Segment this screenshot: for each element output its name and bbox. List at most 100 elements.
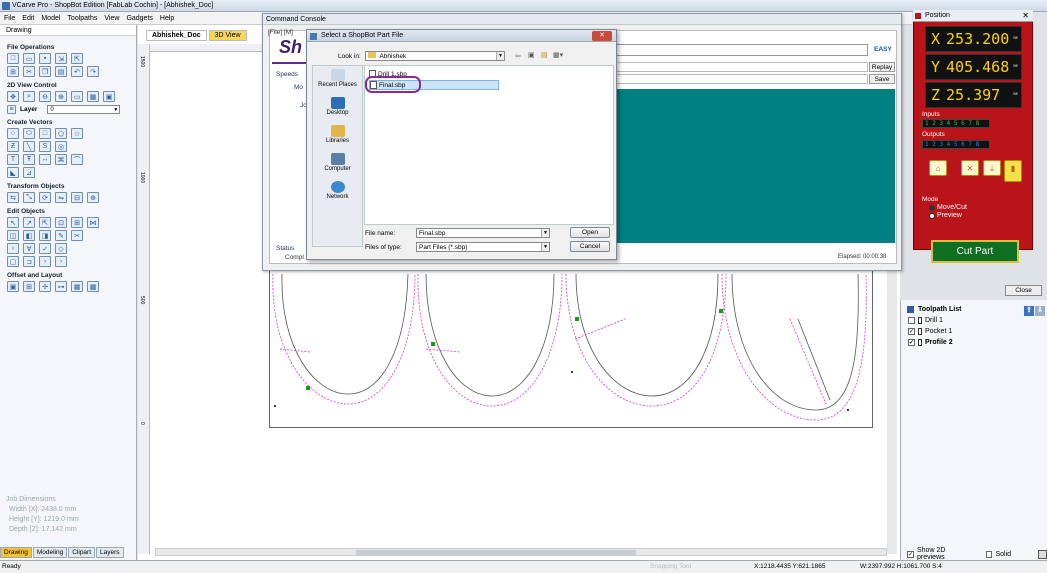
fillet-icon[interactable]: ⌒ xyxy=(71,154,83,165)
tab-clipart[interactable]: Clipart xyxy=(68,547,96,558)
tab-abhishek-doc[interactable]: Abhishek_Doc xyxy=(146,30,207,41)
text-icon[interactable]: T xyxy=(7,154,19,165)
open-folder-icon[interactable]: ▭ xyxy=(23,53,35,64)
x-axis-readout[interactable]: X 253.200 mm xyxy=(925,26,1022,52)
arrange-icon[interactable]: ◇ xyxy=(55,243,67,254)
place-recent[interactable]: Recent Places xyxy=(313,66,362,94)
menu-toolpaths[interactable]: Toolpaths xyxy=(67,15,97,22)
material-sheet[interactable] xyxy=(269,263,873,428)
tab-modeling[interactable]: Modeling xyxy=(32,547,68,558)
new-file-icon[interactable]: □ xyxy=(7,53,19,64)
easy-button[interactable]: EASY xyxy=(873,44,893,55)
smooth-icon[interactable]: ✓ xyxy=(39,243,51,254)
close-icon[interactable]: ✕ xyxy=(1022,10,1029,22)
zoom-out-icon[interactable]: ⊖ xyxy=(39,91,51,102)
zoom-layer-icon[interactable]: ▣ xyxy=(103,91,115,102)
scissors-icon[interactable]: ✂ xyxy=(71,230,83,241)
new-folder-icon[interactable]: ▤ xyxy=(541,51,548,59)
node-select-icon[interactable]: ↗ xyxy=(23,217,35,228)
place-computer[interactable]: Computer xyxy=(313,150,362,178)
layer-select[interactable]: 0 ▼ xyxy=(47,105,121,114)
xy-zero-icon[interactable]: ✕ xyxy=(961,160,979,176)
close-icon[interactable]: ✕ xyxy=(592,31,612,41)
toolpath-row-pocket[interactable]: ✓ Pocket 1 xyxy=(908,326,1047,337)
menu-gadgets[interactable]: Gadgets xyxy=(126,15,152,22)
trim-icon[interactable]: ✎ xyxy=(55,230,67,241)
console-line-1[interactable] xyxy=(612,62,868,72)
direction-icon[interactable]: › xyxy=(55,256,67,267)
place-libraries[interactable]: Libraries xyxy=(313,122,362,150)
align-icon[interactable]: ⊟ xyxy=(71,192,83,203)
copy-icon[interactable]: ❐ xyxy=(39,66,51,77)
mirror-icon[interactable]: ⇋ xyxy=(55,192,67,203)
cut-icon[interactable]: ✂ xyxy=(23,66,35,77)
toolpath-checkbox[interactable] xyxy=(908,317,915,324)
horizontal-scrollbar[interactable] xyxy=(155,548,887,556)
console-line-2[interactable] xyxy=(612,74,868,84)
menu-file[interactable]: File xyxy=(4,15,15,22)
toolpath-checkbox[interactable]: ✓ xyxy=(908,328,915,335)
cancel-button[interactable]: Cancel xyxy=(570,241,610,252)
pan-icon[interactable]: ✥ xyxy=(7,91,19,102)
extend-icon[interactable]: ∀ xyxy=(23,243,35,254)
tool-zero-icon[interactable]: ⌂ xyxy=(929,160,947,176)
intersect-icon[interactable]: ◨ xyxy=(39,230,51,241)
scale-icon[interactable]: ⤡ xyxy=(23,192,35,203)
array-icon[interactable]: ⊞ xyxy=(23,281,35,292)
look-in-select[interactable]: Abhishek ▼ xyxy=(365,51,505,61)
place-network[interactable]: Network xyxy=(313,178,362,206)
tab-3d-view[interactable]: 3D View xyxy=(208,30,247,41)
zoom-fit-icon[interactable]: ⊕ xyxy=(55,91,67,102)
show-previews-checkbox[interactable]: ✓ xyxy=(907,550,914,558)
cut-part-button[interactable]: Cut Part xyxy=(931,240,1019,263)
export-icon[interactable]: ⇱ xyxy=(71,53,83,64)
keypad-icon[interactable]: ▮ xyxy=(1004,160,1022,182)
paste-icon[interactable]: ▤ xyxy=(55,66,67,77)
save-icon[interactable]: ▪ xyxy=(39,53,51,64)
spiral-icon[interactable]: ◎ xyxy=(55,141,67,152)
menu-edit[interactable]: Edit xyxy=(22,15,34,22)
toolpath-row-drill[interactable]: Drill 1 xyxy=(908,315,1047,326)
grid-icon[interactable]: ▦ xyxy=(71,281,83,292)
panel-toggle-icon[interactable] xyxy=(1038,549,1047,559)
place-desktop[interactable]: Desktop xyxy=(313,94,362,122)
mode-preview-radio[interactable]: Preview xyxy=(929,212,962,219)
toolpath-row-profile[interactable]: ✓ Profile 2 xyxy=(908,337,1047,348)
ellipse-icon[interactable]: ⬭ xyxy=(23,128,35,139)
back-arrow-icon[interactable]: ⇦ xyxy=(515,52,521,60)
file-name-input[interactable]: Final.sbp ▼ xyxy=(416,228,550,238)
solid-checkbox[interactable] xyxy=(985,550,993,558)
transform-select-icon[interactable]: ⇱ xyxy=(39,217,51,228)
close-button[interactable]: Close xyxy=(1005,285,1042,296)
open-button[interactable]: Open xyxy=(570,227,610,238)
console-menu[interactable]: [File] [M] xyxy=(268,29,293,36)
y-axis-readout[interactable]: Y 405.468 mm xyxy=(925,54,1022,80)
replay-button[interactable]: Replay xyxy=(869,62,895,72)
center-icon[interactable]: ⊕ xyxy=(87,192,99,203)
import-icon[interactable]: ⇲ xyxy=(55,53,67,64)
offset-icon[interactable]: ▣ xyxy=(7,281,19,292)
arc-icon[interactable]: ╲ xyxy=(23,141,35,152)
up-folder-icon[interactable]: ▣ xyxy=(528,51,535,59)
measure-icon[interactable]: ⊿ xyxy=(23,167,35,178)
dogbone-icon[interactable]: ⌘ xyxy=(55,154,67,165)
circular-array-icon[interactable]: ✢ xyxy=(39,281,51,292)
toolpath-checkbox[interactable]: ✓ xyxy=(908,339,915,346)
tile-icon[interactable]: ▩ xyxy=(87,281,99,292)
curve-fit-icon[interactable]: ‹ xyxy=(7,243,19,254)
rotate-icon[interactable]: ⟳ xyxy=(39,192,51,203)
node-edit-icon[interactable]: ◣ xyxy=(7,167,19,178)
group-icon[interactable]: ⊡ xyxy=(55,217,67,228)
fillet-tool-icon[interactable]: ▢ xyxy=(7,256,19,267)
star-icon[interactable]: ☆ xyxy=(71,128,83,139)
circle-icon[interactable]: ○ xyxy=(7,128,19,139)
tab-drawing[interactable]: Drawing xyxy=(0,547,32,558)
move-down-icon[interactable]: ⇩ xyxy=(1035,306,1045,316)
ungroup-icon[interactable]: ⊞ xyxy=(71,217,83,228)
join-icon[interactable]: ⋈ xyxy=(87,217,99,228)
zoom-selection-icon[interactable]: ▦ xyxy=(87,91,99,102)
weld-icon[interactable]: ◫ xyxy=(7,230,19,241)
chevron-icon[interactable]: › xyxy=(39,256,51,267)
redo-icon[interactable]: ↷ xyxy=(87,66,99,77)
zoom-box-icon[interactable]: ⌕ xyxy=(23,91,35,102)
